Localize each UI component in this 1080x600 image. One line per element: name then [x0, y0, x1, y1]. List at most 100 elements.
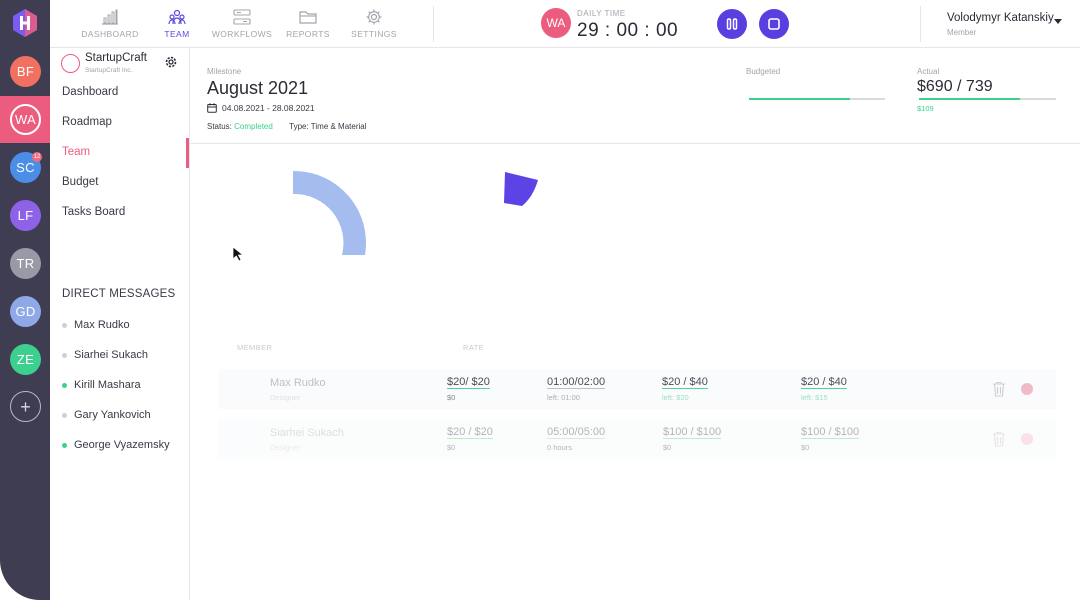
nav-reports-label: REPORTS: [286, 29, 330, 39]
bar-chart-icon: [102, 9, 118, 25]
presence-dot: [62, 412, 67, 418]
trash-icon[interactable]: [992, 381, 1006, 397]
budgeted-progress-fill: [749, 98, 850, 100]
project-logo: [61, 54, 80, 73]
dm-name: Kirill Mashara: [74, 379, 141, 391]
user-name[interactable]: Volodymyr Katanskiy: [947, 12, 1054, 24]
type-label: Type:: [289, 122, 309, 131]
direct-messages-heading: DIRECT MESSAGES: [62, 288, 176, 300]
trash-icon[interactable]: [992, 431, 1006, 447]
rate-diff: $0: [447, 443, 456, 452]
budget-left: $0: [801, 443, 810, 452]
nav-dashboard[interactable]: DASHBOARD: [74, 9, 146, 39]
pause-button[interactable]: [717, 9, 747, 39]
budget-left: left: $15: [801, 393, 828, 402]
column-header-member: MEMBER: [237, 343, 273, 352]
stop-icon: [768, 18, 780, 30]
cost-left: left: $20: [662, 393, 689, 402]
workspace-gd[interactable]: GD: [10, 296, 41, 327]
timer-avatar: WA: [541, 8, 571, 38]
workspace-rail: BF WA SC 12 LF TR GD ZE +: [0, 0, 50, 600]
budget-value: $100 / $100: [801, 426, 860, 438]
table-row[interactable]: Max Rudko Designer $20/ $20 $0 01:00/02:…: [218, 369, 1056, 409]
status-value: Completed: [234, 122, 273, 131]
chevron-down-icon[interactable]: [1054, 19, 1062, 24]
pause-icon: [726, 18, 738, 30]
rate-value: $20 / $20: [447, 426, 493, 438]
member-name: Max Rudko: [270, 377, 326, 389]
actual-progress-bar: [919, 98, 1056, 100]
workspace-tr[interactable]: TR: [10, 248, 41, 279]
actual-progress-fill: [919, 98, 1021, 100]
workspace-wa[interactable]: WA: [10, 104, 41, 135]
nav-workflows-label: WORKFLOWS: [211, 29, 273, 39]
sidebar-item-budget[interactable]: Budget: [62, 176, 98, 188]
chart-arc-segment: [293, 170, 367, 255]
header-divider: [190, 143, 1080, 144]
member-role: Designer: [270, 443, 301, 452]
rate-diff: $0: [447, 393, 456, 402]
dm-name: Max Rudko: [74, 319, 130, 331]
topbar-divider: [920, 6, 921, 42]
milestone-title: August 2021: [207, 78, 309, 98]
cost-value: $20 / $40: [662, 376, 708, 388]
actual-remaining: $109: [917, 104, 934, 113]
cost-left: $0: [663, 443, 672, 452]
presence-dot: [62, 382, 67, 388]
milestone-label: Milestone: [207, 67, 242, 76]
mouse-cursor-icon: [232, 246, 245, 262]
time-left: 0 hours: [547, 443, 573, 452]
dm-name: Gary Yankovich: [74, 409, 151, 421]
workspace-ze[interactable]: ZE: [10, 344, 41, 375]
topbar-divider: [433, 6, 434, 42]
status-dot: [1021, 383, 1033, 395]
app-logo-icon[interactable]: [11, 8, 39, 38]
status-label: Status:: [207, 122, 232, 131]
nav-reports[interactable]: REPORTS: [272, 9, 344, 39]
sidebar-item-tasks-board[interactable]: Tasks Board: [62, 206, 125, 218]
member-role: Designer: [270, 393, 301, 402]
project-name[interactable]: StartupCraft: [85, 52, 147, 64]
folder-icon: [299, 11, 317, 24]
daily-time-value: 29 : 00 : 00: [577, 20, 679, 41]
dm-item-gary-yankovich[interactable]: Gary Yankovich: [62, 409, 151, 421]
dm-item-george-vyazemsky[interactable]: George Vyazemsky: [62, 439, 170, 451]
time-value: 01:00/02:00: [547, 376, 606, 388]
top-bar: DASHBOARD TEAM WORKFLOWS REPORTS SETTING…: [50, 0, 1080, 48]
milestone-meta: Status: Completed Type: Time & Material: [207, 122, 367, 131]
workspace-lf[interactable]: LF: [10, 200, 41, 231]
actual-label: Actual: [917, 67, 940, 76]
presence-dot: [62, 442, 67, 448]
add-workspace-button[interactable]: +: [10, 391, 41, 422]
user-role: Member: [947, 28, 977, 37]
nav-dashboard-label: DASHBOARD: [81, 29, 139, 39]
stop-button[interactable]: [759, 9, 789, 39]
workflow-icon: [233, 9, 251, 25]
dm-item-siarhei-sukach[interactable]: Siarhei Sukach: [62, 349, 148, 361]
sidebar-item-dashboard[interactable]: Dashboard: [62, 86, 118, 98]
sidebar-item-roadmap[interactable]: Roadmap: [62, 116, 112, 128]
column-header-rate: RATE: [463, 343, 485, 352]
gear-icon: [366, 9, 382, 25]
status-dot: [1021, 433, 1033, 445]
nav-workflows[interactable]: WORKFLOWS: [206, 9, 278, 39]
table-row[interactable]: Siarhei Sukach Designer $20 / $20 $0 05:…: [218, 419, 1056, 459]
nav-team[interactable]: TEAM: [141, 9, 213, 39]
nav-settings[interactable]: SETTINGS: [338, 9, 410, 39]
actual-value: $690 / 739: [917, 78, 993, 95]
nav-settings-label: SETTINGS: [351, 29, 397, 39]
budget-value: $20 / $40: [801, 376, 847, 388]
type-value: Time & Material: [310, 122, 367, 131]
nav-team-label: TEAM: [164, 29, 190, 39]
budgeted-progress-bar: [749, 98, 885, 100]
cost-value: $100 / $100: [663, 426, 722, 438]
sidebar-item-team[interactable]: Team: [62, 146, 90, 158]
gear-icon[interactable]: [164, 55, 178, 69]
daily-time-label: DAILY TIME: [577, 9, 626, 18]
presence-dot: [62, 352, 67, 358]
rate-value: $20/ $20: [447, 376, 490, 388]
dm-item-max-rudko[interactable]: Max Rudko: [62, 319, 130, 331]
dm-item-kirill-mashara[interactable]: Kirill Mashara: [62, 379, 141, 391]
project-sidebar: StartupCraft StartupCraft Inc. Dashboard…: [50, 48, 190, 600]
workspace-bf[interactable]: BF: [10, 56, 41, 87]
